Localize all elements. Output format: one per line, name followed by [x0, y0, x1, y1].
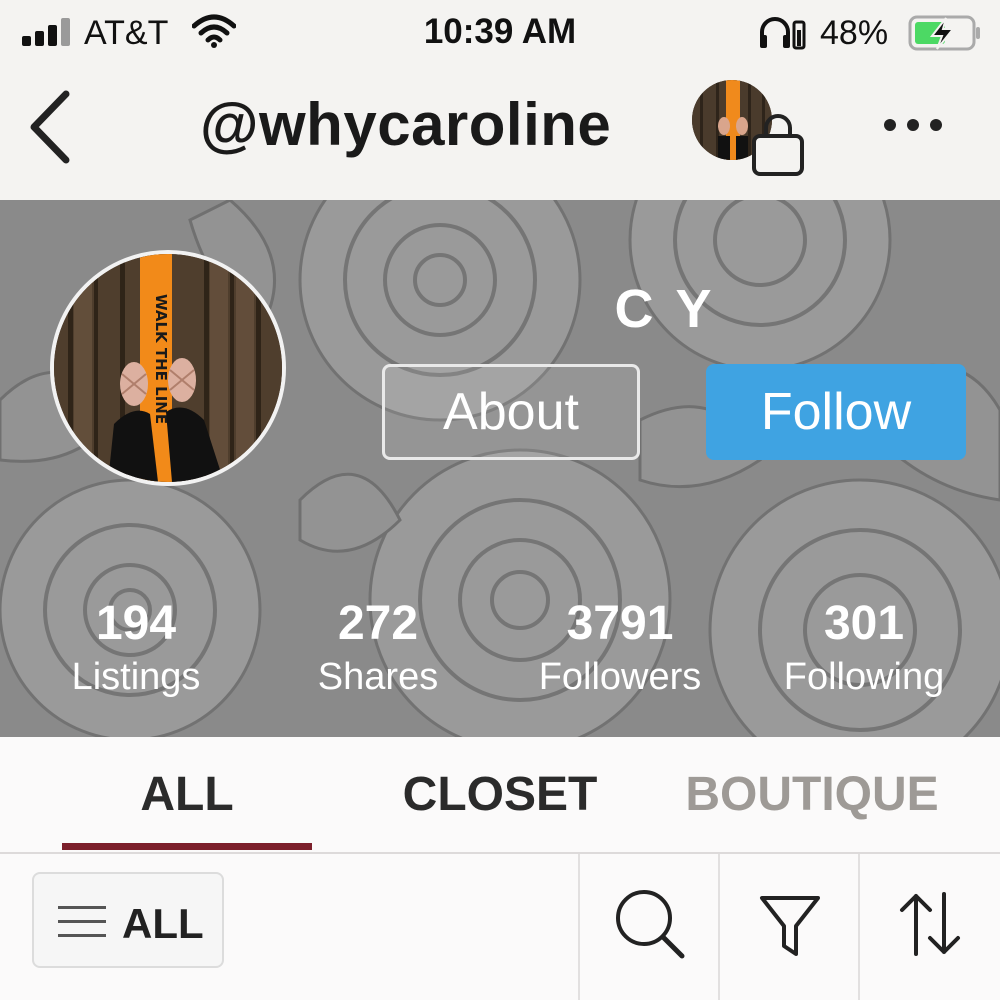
divider — [858, 854, 860, 1000]
stat-listings[interactable]: 194 Listings — [16, 596, 256, 702]
sort-arrows-icon[interactable] — [890, 884, 970, 964]
more-dots-icon[interactable] — [878, 110, 948, 140]
filter-bar: ALL — [0, 854, 1000, 1000]
tab-closet[interactable]: CLOSET — [380, 767, 620, 822]
stat-value: 272 — [337, 597, 419, 650]
profile-header: WALK THE LINE C Y About Follow 194 Listi… — [0, 200, 1000, 737]
follow-button[interactable]: Follow — [706, 364, 966, 460]
battery-percent: 48% — [820, 14, 889, 52]
status-bar: AT&T 10:39 AM 48% — [0, 0, 1000, 66]
tab-all[interactable]: ALL — [62, 767, 312, 822]
stat-label: Shares — [317, 656, 439, 698]
stat-followers[interactable]: 3791 Followers — [500, 596, 740, 702]
profile-avatar-image: WALK THE LINE — [54, 254, 282, 482]
hamburger-icon — [58, 906, 106, 937]
tab-boutique[interactable]: BOUTIQUE — [670, 767, 954, 822]
divider — [578, 854, 580, 1000]
stat-value: 301 — [823, 597, 905, 650]
battery-charging-icon — [908, 15, 980, 51]
nav-username-title: @whycaroline — [200, 91, 612, 158]
profile-avatar[interactable]: WALK THE LINE — [50, 250, 286, 486]
avatar-tape-text: WALK THE LINE — [152, 294, 170, 424]
about-button[interactable]: About — [382, 364, 640, 460]
stat-label: Listings — [71, 656, 201, 698]
stat-value: 3791 — [566, 597, 674, 650]
stat-label: Following — [783, 656, 945, 698]
stat-following[interactable]: 301 Following — [744, 596, 984, 702]
headphone-battery-icon — [760, 17, 806, 50]
category-dropdown[interactable]: ALL — [32, 872, 224, 968]
nav-bar: @whycaroline — [0, 66, 1000, 200]
stat-shares[interactable]: 272 Shares — [258, 596, 498, 702]
active-tab-indicator — [62, 843, 312, 850]
shopping-bag-icon[interactable] — [748, 112, 808, 178]
search-icon[interactable] — [610, 884, 690, 964]
dropdown-label: ALL — [122, 900, 204, 947]
profile-display-name: C Y — [614, 279, 716, 339]
back-chevron-icon[interactable] — [24, 88, 78, 166]
stat-label: Followers — [538, 656, 702, 698]
stat-value: 194 — [95, 597, 177, 650]
closet-tabs: ALL CLOSET BOUTIQUE — [0, 737, 1000, 854]
filter-funnel-icon[interactable] — [750, 884, 830, 964]
divider — [718, 854, 720, 1000]
